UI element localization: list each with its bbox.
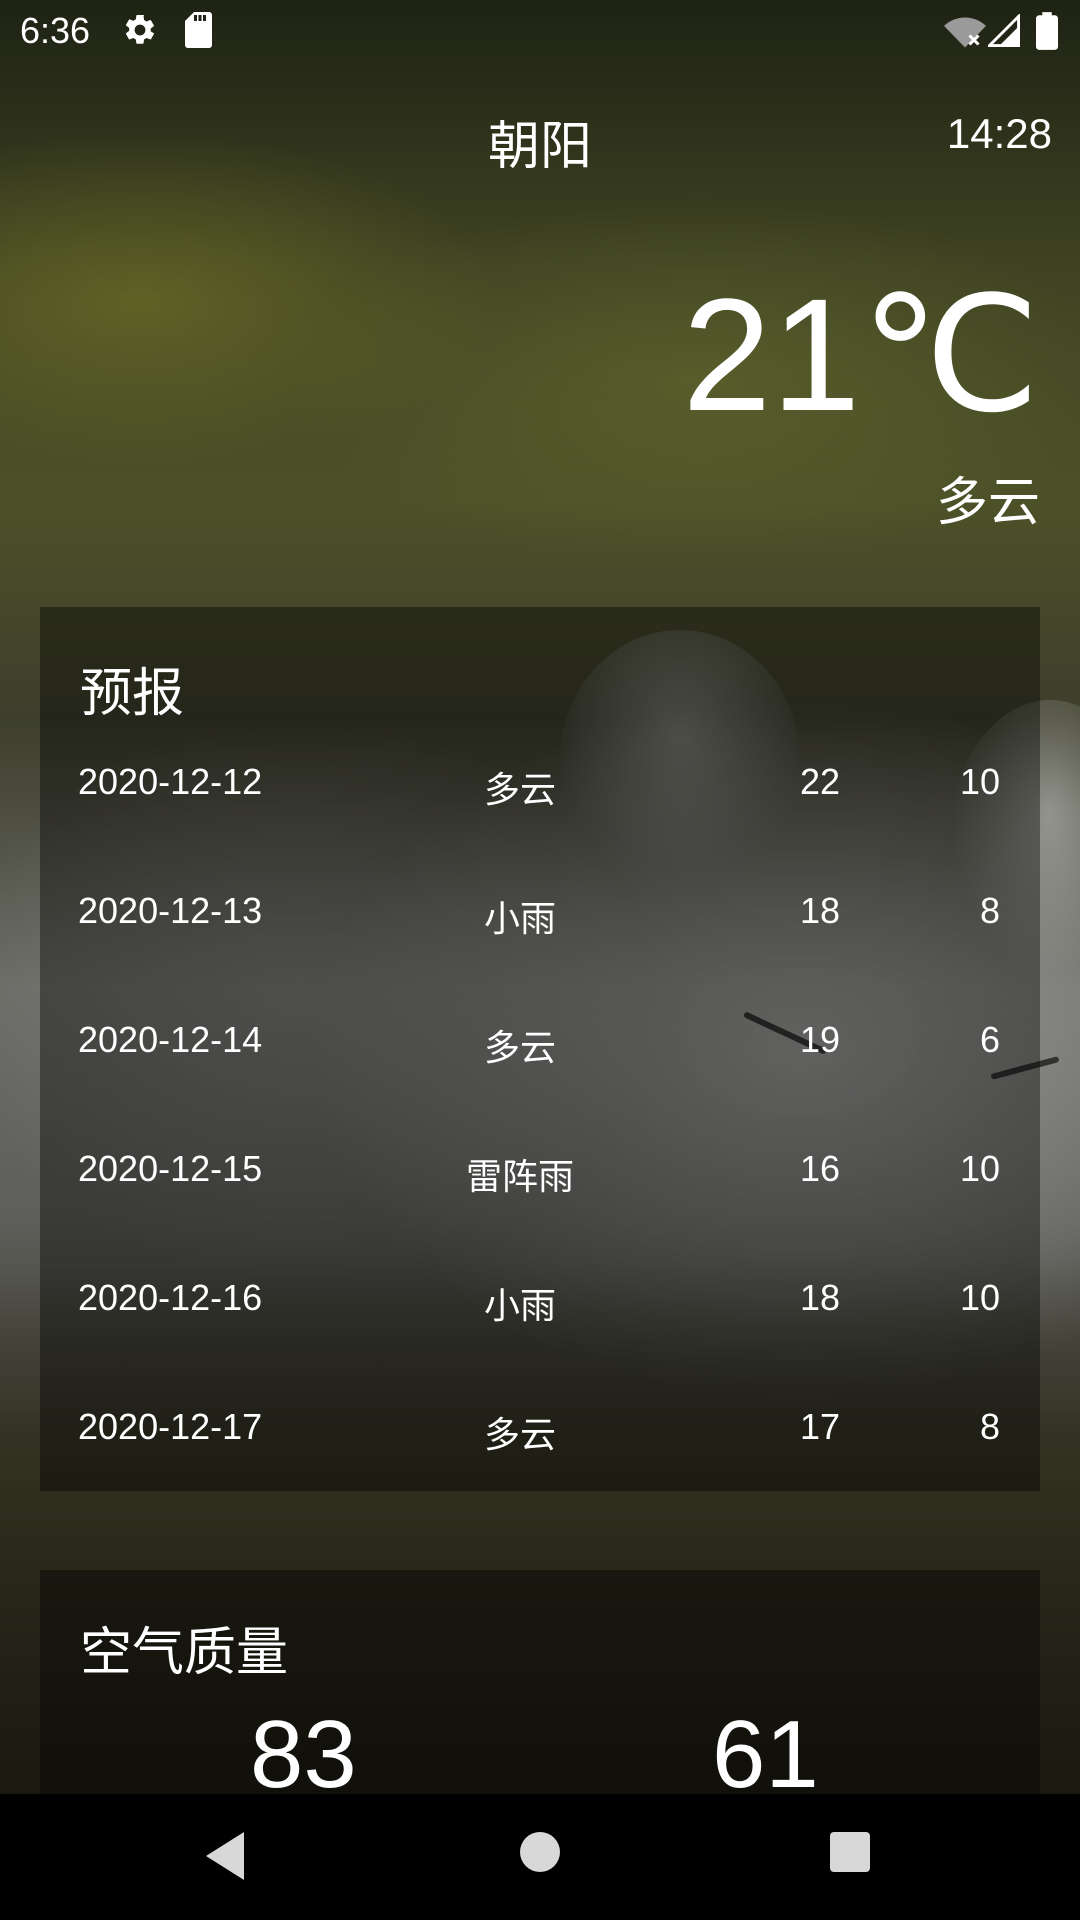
forecast-condition: 多云 [483, 770, 556, 811]
battery-icon [1036, 12, 1058, 54]
status-bar: 6:36 [0, 0, 1080, 63]
forecast-max-temp: 22 [799, 761, 840, 802]
forecast-date: 2020-12-17 [78, 1406, 263, 1447]
sd-card-icon [182, 12, 212, 52]
forecast-row: 2020-12-13 小雨 18 8 [40, 890, 1040, 950]
forecast-date: 2020-12-15 [78, 1148, 263, 1189]
home-button[interactable] [520, 1832, 560, 1872]
forecast-min-temp: 6 [979, 1019, 1000, 1060]
forecast-max-temp: 18 [799, 890, 840, 931]
forecast-row: 2020-12-17 多云 17 8 [40, 1406, 1040, 1466]
signal-icon [985, 12, 1020, 52]
navigation-bar [0, 1794, 1080, 1920]
forecast-date: 2020-12-14 [78, 1019, 263, 1060]
forecast-min-temp: 10 [959, 761, 1000, 802]
back-button[interactable] [206, 1832, 244, 1880]
gear-icon [122, 12, 158, 52]
forecast-row: 2020-12-16 小雨 18 10 [40, 1277, 1040, 1337]
forecast-row: 2020-12-12 多云 22 10 [40, 761, 1040, 821]
forecast-condition: 多云 [483, 1028, 556, 1069]
forecast-date: 2020-12-13 [78, 890, 263, 931]
forecast-max-temp: 17 [799, 1406, 840, 1447]
forecast-max-temp: 18 [799, 1277, 840, 1318]
air-quality-card: 空气质量 83 61 [40, 1570, 1040, 1794]
wifi-off-icon [944, 14, 986, 52]
forecast-title: 预报 [80, 664, 185, 724]
aqi-value: 83 [250, 1701, 357, 1794]
air-quality-title: 空气质量 [80, 1623, 289, 1683]
status-time: 6:36 [20, 10, 91, 51]
forecast-date: 2020-12-16 [78, 1277, 263, 1318]
forecast-row: 2020-12-14 多云 19 6 [40, 1019, 1040, 1079]
forecast-min-temp: 8 [979, 890, 1000, 931]
forecast-condition: 小雨 [483, 1286, 556, 1327]
update-time: 14:28 [946, 110, 1052, 157]
current-condition: 多云 [935, 473, 1040, 533]
forecast-condition: 多云 [483, 1415, 556, 1456]
recent-apps-button[interactable] [830, 1832, 870, 1872]
current-temperature: 21℃ [682, 265, 1040, 444]
forecast-condition: 小雨 [483, 899, 556, 940]
forecast-max-temp: 19 [799, 1019, 840, 1060]
forecast-row: 2020-12-15 雷阵雨 16 10 [40, 1148, 1040, 1208]
forecast-card: 预报 2020-12-12 多云 22 10 2020-12-13 小雨 18 … [40, 607, 1040, 1491]
forecast-max-temp: 16 [799, 1148, 840, 1189]
forecast-condition: 雷阵雨 [465, 1157, 574, 1198]
city-title: 朝阳 [487, 117, 592, 177]
pm25-value: 61 [712, 1701, 819, 1794]
forecast-date: 2020-12-12 [78, 761, 263, 802]
forecast-min-temp: 10 [959, 1148, 1000, 1189]
forecast-min-temp: 10 [959, 1277, 1000, 1318]
forecast-min-temp: 8 [979, 1406, 1000, 1447]
